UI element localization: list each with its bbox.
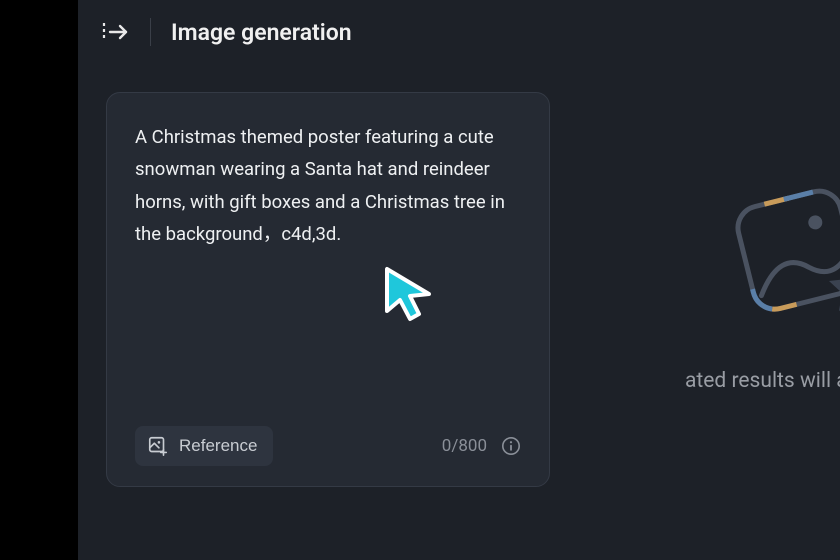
add-image-icon bbox=[147, 435, 169, 457]
character-count: 0/800 bbox=[442, 436, 487, 456]
collapse-panel-icon[interactable] bbox=[102, 18, 130, 46]
header: Image generation bbox=[78, 0, 840, 68]
preview-placeholder-text: ated results will appear he bbox=[685, 369, 840, 393]
reference-button[interactable]: Reference bbox=[135, 426, 273, 466]
header-divider bbox=[150, 18, 151, 46]
prompt-textarea[interactable]: A Christmas themed poster featuring a cu… bbox=[135, 121, 521, 414]
card-footer: Reference 0/800 bbox=[135, 414, 521, 466]
reference-label: Reference bbox=[179, 436, 257, 456]
prompt-card: A Christmas themed poster featuring a cu… bbox=[106, 92, 550, 487]
page-title: Image generation bbox=[171, 19, 352, 46]
content-row: A Christmas themed poster featuring a cu… bbox=[78, 68, 840, 542]
preview-panel: ated results will appear he bbox=[590, 92, 840, 542]
main-panel: Image generation A Christmas themed post… bbox=[78, 0, 840, 560]
placeholder-illustration bbox=[710, 167, 840, 337]
info-icon[interactable] bbox=[501, 436, 521, 456]
